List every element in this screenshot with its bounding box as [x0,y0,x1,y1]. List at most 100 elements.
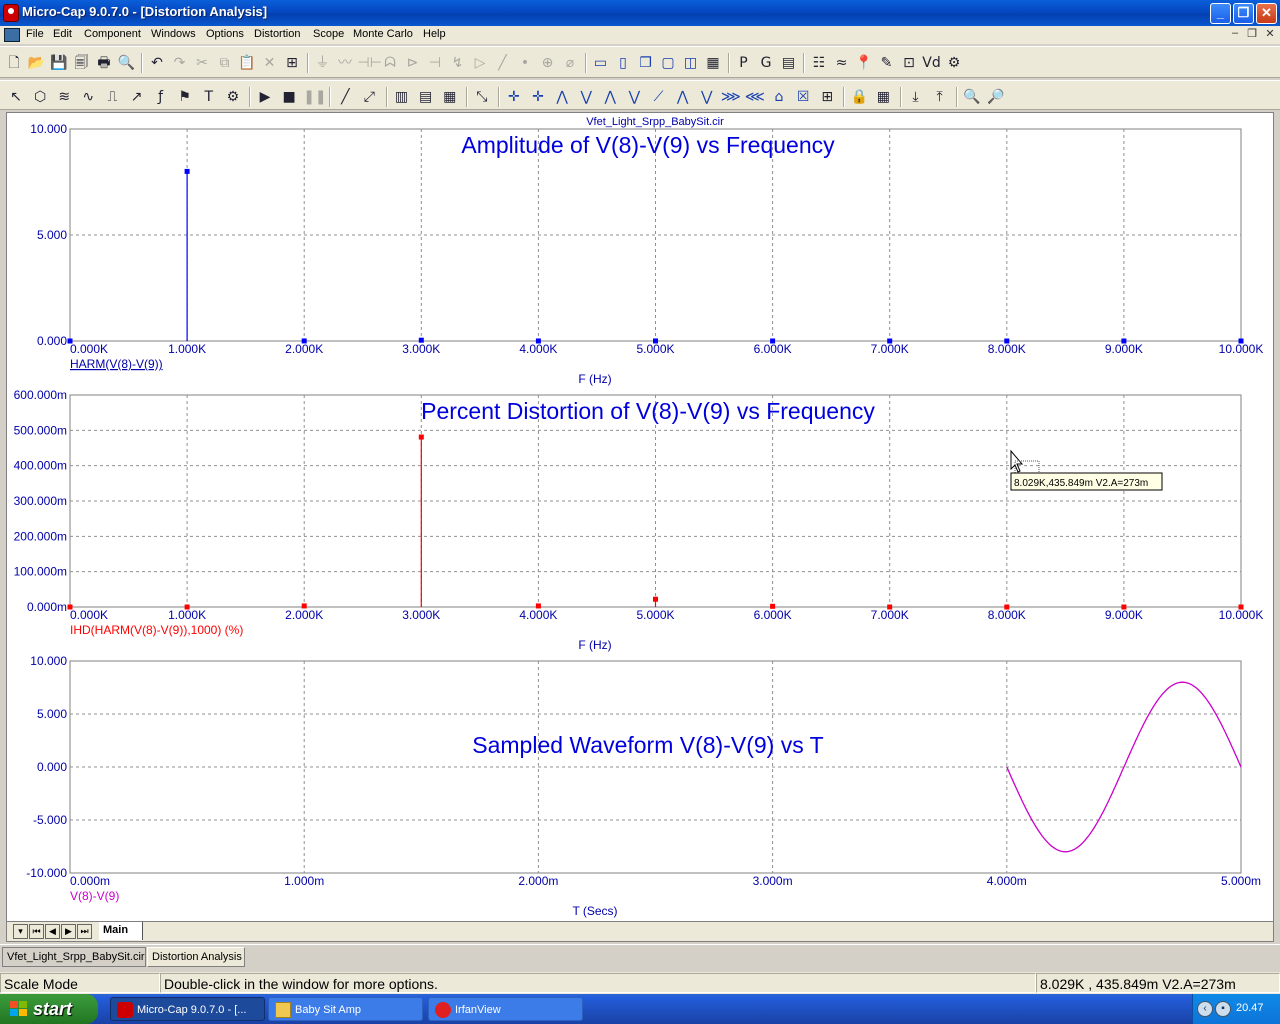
menu-edit[interactable]: Edit [53,28,72,40]
line-arrow-icon[interactable]: ⤢ [359,87,379,107]
capacitor-icon[interactable]: ⊣⊢ [358,53,382,73]
grid2-icon[interactable]: ▤ [416,87,436,107]
tile-vertical-icon[interactable]: ▯ [613,53,633,73]
grid1-icon[interactable]: ▥ [392,87,412,107]
cursor3-icon[interactable]: ⋀ [552,87,572,107]
valley-icon[interactable]: ⟋ [649,87,669,107]
menu-help[interactable]: Help [423,28,446,40]
properties-icon[interactable]: ⚙ [223,87,243,107]
vd-icon[interactable]: Vd [922,53,942,73]
analysis-icon[interactable]: ↗ [127,87,147,107]
component-icon[interactable]: ⬡ [30,87,50,107]
window-split-icon[interactable]: ◫ [681,53,701,73]
zoom-window-icon[interactable]: ⊡ [899,53,919,73]
top-icon[interactable]: ⌂ [769,87,789,107]
inductor-icon[interactable]: ᗣ [380,53,400,73]
new-file-icon[interactable]: 🗋 [4,53,24,73]
close-button[interactable]: ✕ [1256,3,1277,24]
redo-icon[interactable]: ↷ [170,53,190,73]
cursor1-icon[interactable]: ✛ [504,87,524,107]
plot-svg[interactable]: Vfet_Light_Srpp_BabySit.cir 10.000 5.000 0… [7,113,1275,923]
pin-icon[interactable]: 📍 [854,53,874,73]
task-irfanview[interactable]: IrfanView [428,997,583,1021]
data-point-icon[interactable]: ⤒ [930,87,950,107]
zoom-in-icon[interactable]: 🔍 [962,87,982,107]
select-arrow-icon[interactable]: ↖ [6,87,26,107]
netlist-icon[interactable]: ☷ [809,53,829,73]
slope-icon[interactable]: ⋘ [745,87,765,107]
document-window-icon[interactable] [4,28,20,42]
grid-g-icon[interactable]: G [756,53,776,73]
cursor2-icon[interactable]: ✛ [528,87,548,107]
print-preview-icon[interactable]: 🔍 [117,53,137,73]
mdi-minimize-button[interactable]: ‒ [1227,27,1243,39]
maximize-button[interactable]: ❐ [1233,3,1254,24]
npn-icon[interactable]: ↯ [448,53,468,73]
undo-icon[interactable]: ↶ [147,53,167,73]
waveform-ops-icon[interactable]: ≋ [54,87,74,107]
zoom-out-icon[interactable]: 🔎 [986,87,1006,107]
menu-windows[interactable]: Windows [151,28,196,40]
diode-icon[interactable]: ⊳ [403,53,423,73]
cursor-mode-icon[interactable]: ⤓ [906,87,926,107]
properties-p-icon[interactable]: P [734,53,754,73]
menu-file[interactable]: File [26,28,44,40]
cascade-icon[interactable]: ❐ [636,53,656,73]
menu-scope[interactable]: Scope [313,28,344,40]
sheet-menu-button[interactable]: ▾ [13,924,28,939]
mdi-close-button[interactable]: ✕ [1262,27,1278,40]
task-baby-sit-amp[interactable]: Baby Sit Amp [268,997,423,1021]
probe-icon[interactable]: ⌀ [560,53,580,73]
minimize-button[interactable]: _ [1210,3,1231,24]
sheet-next-button[interactable]: ▶ [61,924,76,939]
copy-icon[interactable]: ⧉ [215,53,235,73]
inflection-icon[interactable]: ⋙ [721,87,741,107]
mode-icon[interactable]: ⚑ [175,87,195,107]
menu-component[interactable]: Component [84,28,141,40]
mdi-restore-button[interactable]: ❐ [1244,27,1260,40]
plot-canvas[interactable]: Vfet_Light_Srpp_BabySit.cir 10.000 5.000 0… [6,112,1274,922]
low-icon[interactable]: ⋁ [697,87,717,107]
source-icon[interactable]: ⊕ [538,53,558,73]
sheet-first-button[interactable]: ⏮ [29,924,44,939]
table-icon[interactable]: ▦ [873,87,893,107]
menu-options[interactable]: Options [206,28,244,40]
ground-icon[interactable]: ⏚ [313,53,333,73]
print-icon[interactable]: 🖶 [94,53,114,73]
grid3-icon[interactable]: ▦ [440,87,460,107]
lock-icon[interactable]: 🔒 [849,87,869,107]
save-icon[interactable]: 💾 [49,53,69,73]
window-list-icon[interactable]: ▤ [779,53,799,73]
open-folder-icon[interactable]: 📂 [27,53,47,73]
sheet-tab-main[interactable]: Main [99,922,143,940]
window-icon[interactable]: ▢ [658,53,678,73]
auto-scale-icon[interactable]: ⤡ [472,87,492,107]
spectrum-icon[interactable]: ∿ [78,87,98,107]
line-icon[interactable]: ╱ [335,87,355,107]
pencil-icon[interactable]: ✎ [877,53,897,73]
peak-icon[interactable]: ⋁ [624,87,644,107]
tracking-icon[interactable]: ⋀ [600,87,620,107]
microcap-app-icon[interactable] [3,4,19,22]
menu-distortion[interactable]: Distortion [254,28,300,40]
select-all-icon[interactable]: ⊞ [282,53,302,73]
paste-icon[interactable]: 📋 [237,53,257,73]
global-icon[interactable]: ⊞ [817,87,837,107]
waveform-icon[interactable]: ≈ [832,53,852,73]
resistor-icon[interactable]: 〰 [335,53,355,73]
sheet-last-button[interactable]: ⏭ [77,924,92,939]
text-icon[interactable]: T [199,87,219,107]
step-icon[interactable]: ⎍ [102,87,122,107]
delete-icon[interactable]: ✕ [260,53,280,73]
sheet-prev-button[interactable]: ◀ [45,924,60,939]
tab-distortion-analysis[interactable]: Distortion Analysis [147,947,245,967]
cursor4-icon[interactable]: ⋁ [576,87,596,107]
stop-icon[interactable]: ■ [279,87,299,107]
opamp-icon[interactable]: ▷ [470,53,490,73]
run-icon[interactable]: ▶ [255,87,275,107]
start-button[interactable]: start [0,994,98,1024]
task-microcap[interactable]: Micro-Cap 9.0.7.0 - [... [110,997,265,1021]
settings-icon[interactable]: ⚙ [944,53,964,73]
high-icon[interactable]: ⋀ [673,87,693,107]
menu-monte-carlo[interactable]: Monte Carlo [353,28,413,40]
